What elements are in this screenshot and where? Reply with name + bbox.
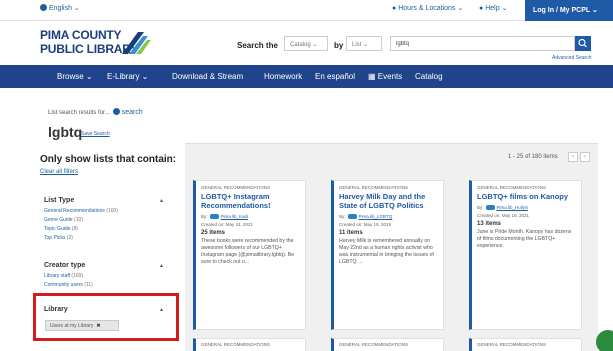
library-facet-highlight — [33, 293, 179, 341]
facet-heading-library[interactable]: Library — [44, 306, 68, 313]
search-label: Search the — [237, 41, 278, 50]
nav-browse[interactable]: Browse ⌄ — [57, 72, 93, 81]
prev-page-button[interactable]: ‹ — [568, 152, 578, 162]
help-menu[interactable]: ● Help ⌄ — [479, 4, 507, 12]
facet-heading-list-type[interactable]: List Type — [44, 197, 74, 204]
list-card-title[interactable]: LGBTQ+ Instagram Recommendations! — [201, 192, 300, 210]
clear-filters-link[interactable]: Clear all filters — [40, 169, 78, 175]
avatar — [485, 205, 495, 210]
by-label: by — [334, 41, 344, 50]
hours-locations-link[interactable]: ● Hours & Locations ⌄ — [392, 4, 463, 12]
nav-en-espanol[interactable]: En español — [315, 72, 355, 81]
author-link[interactable]: Pima.lib_LGBTQ — [359, 214, 393, 219]
facet-item-general-recommendations[interactable]: General Recommendations (160) — [44, 208, 118, 214]
collapse-caret-icon[interactable]: ▴ — [160, 197, 163, 204]
map-pin-icon: ● — [392, 5, 397, 12]
library-logo[interactable]: PIMA COUNTY PUBLIC LIBRARY — [40, 28, 151, 58]
active-filter-chip[interactable]: Users at my Library ✖ — [45, 320, 119, 331]
nav-events[interactable]: ▦ Events — [368, 72, 402, 81]
close-icon[interactable]: ✖ — [96, 323, 100, 329]
avatar — [209, 214, 219, 219]
login-button[interactable]: Log In / My PCPL ⌄ — [525, 0, 613, 21]
main-navigation: Browse ⌄ E-Library ⌄ Download & Stream H… — [0, 65, 613, 88]
list-card[interactable]: General Recommendations — [469, 338, 582, 351]
avatar — [347, 214, 357, 219]
nav-catalog[interactable]: Catalog — [415, 72, 443, 81]
chat-widget-button[interactable] — [596, 330, 613, 351]
utility-bar: English ⌄ ● Hours & Locations ⌄ ● Help ⌄ L… — [0, 0, 613, 21]
facet-item-library-staff[interactable]: Library staff (169) — [44, 273, 83, 279]
facet-item-genre-guide[interactable]: Genre Guide (10) — [44, 217, 83, 223]
search-link[interactable]: search — [122, 109, 143, 116]
search-scope-select[interactable]: Catalog ⌄ — [284, 36, 328, 51]
search-input[interactable] — [390, 36, 575, 51]
author-link[interactable]: Pima.lib_Kadi — [221, 214, 249, 219]
list-card-title[interactable]: Harvey Milk Day and the State of LGBTQ P… — [339, 192, 438, 210]
nav-download-stream[interactable]: Download & Stream — [172, 72, 243, 81]
search-icon — [578, 38, 587, 48]
help-icon: ● — [479, 5, 484, 12]
list-card[interactable]: General Recommendations — [193, 338, 306, 351]
nav-elibrary[interactable]: E-Library ⌄ — [107, 72, 148, 81]
facet-heading-creator-type[interactable]: Creator type — [44, 262, 85, 269]
page-title: lgbtq — [48, 124, 83, 140]
filter-title: Only show lists that contain: — [40, 154, 177, 165]
nav-homework[interactable]: Homework — [264, 72, 302, 81]
calendar-icon: ▦ — [368, 72, 376, 81]
list-card[interactable]: General Recommendations LGBTQ+ Instagram… — [193, 180, 306, 330]
logo-mark-icon — [122, 32, 151, 54]
list-card[interactable]: General Recommendations LGBTQ+ films on … — [469, 180, 582, 330]
next-page-button[interactable]: › — [580, 152, 590, 162]
globe-icon — [40, 4, 47, 11]
results-for-text: List search results for... search — [48, 108, 143, 116]
advanced-search-link[interactable]: Advanced Search — [552, 55, 591, 61]
facet-item-topic-guide[interactable]: Topic Guide (8) — [44, 226, 78, 232]
author-link[interactable]: Pima.lib_HollyS — [497, 205, 529, 210]
facet-item-community-users[interactable]: Community users (11) — [44, 282, 93, 288]
facet-item-top-picks[interactable]: Top Picks (2) — [44, 235, 73, 241]
list-card[interactable]: General Recommendations — [331, 338, 444, 351]
search-type-select[interactable]: List ⌄ — [346, 36, 382, 51]
list-card-title[interactable]: LGBTQ+ films on Kanopy — [477, 192, 576, 201]
language-selector[interactable]: English ⌄ — [40, 4, 80, 12]
collapse-caret-icon[interactable]: ▴ — [160, 306, 163, 313]
search-button[interactable] — [575, 36, 591, 51]
info-icon — [112, 108, 120, 115]
results-count: 1 - 25 of 180 items — [508, 154, 558, 160]
collapse-caret-icon[interactable]: ▴ — [160, 262, 163, 269]
site-header: PIMA COUNTY PUBLIC LIBRARY Search the Ca… — [0, 21, 613, 65]
save-search-link[interactable]: Save Search — [81, 131, 110, 137]
list-card[interactable]: General Recommendations Harvey Milk Day … — [331, 180, 444, 330]
